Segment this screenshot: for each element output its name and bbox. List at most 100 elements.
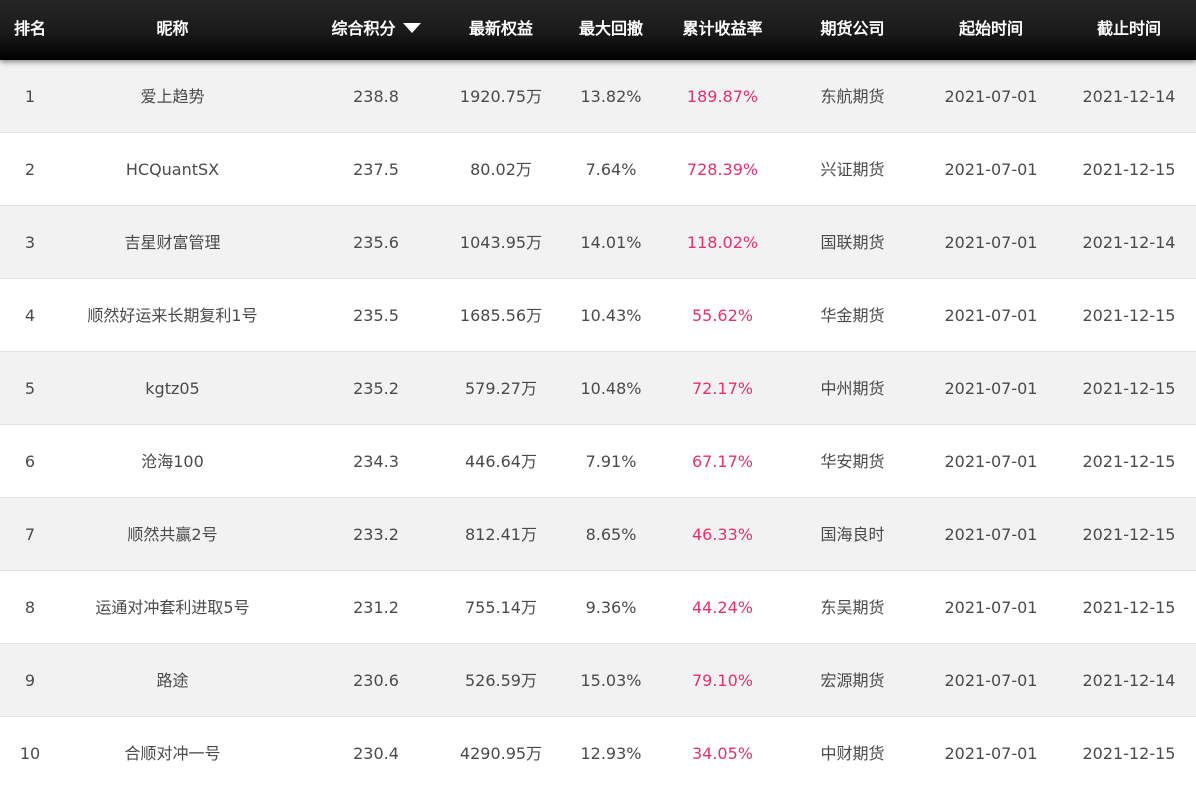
cell-rank: 5 xyxy=(24,379,36,398)
cell-company: 国海良时 xyxy=(820,525,885,544)
cell-nickname[interactable]: 顺然共赢2号 xyxy=(60,498,285,571)
column-header-equity[interactable]: 最新权益 xyxy=(440,0,562,60)
cell-return-rate: 55.62% xyxy=(691,306,753,325)
cell-nickname[interactable]: 顺然好运来长期复利1号 xyxy=(60,279,285,352)
cell-rank: 3 xyxy=(24,233,36,252)
cell-score: 230.6 xyxy=(353,671,399,690)
cell-end-time: 2021-12-15 xyxy=(1082,379,1176,398)
column-header-nickname[interactable]: 昵称 xyxy=(60,0,285,60)
table-row[interactable]: 10 合顺对冲一号 230.4 4290.95万 12.93% 34.05% 中财期货 202… xyxy=(0,717,1196,790)
cell-company: 东吴期货 xyxy=(820,598,885,617)
cell-drawdown: 10.43% xyxy=(580,306,642,325)
cell-nickname[interactable]: HCQuantSX xyxy=(60,133,285,206)
cell-company: 宏源期货 xyxy=(820,671,885,690)
cell-score: 231.2 xyxy=(353,598,399,617)
cell-start-time: 2021-07-01 xyxy=(944,744,1038,763)
cell-return-rate: 118.02% xyxy=(686,233,759,252)
cell-nickname[interactable]: kgtz05 xyxy=(60,352,285,425)
cell-end-time: 2021-12-14 xyxy=(1082,87,1176,106)
cell-start-time: 2021-07-01 xyxy=(944,233,1038,252)
cell-company: 东航期货 xyxy=(820,87,885,106)
cell-return-rate: 34.05% xyxy=(691,744,753,763)
column-header-return-rate[interactable]: 累计收益率 xyxy=(660,0,785,60)
cell-equity: 4290.95万 xyxy=(459,744,543,763)
column-header-rank[interactable]: 排名 xyxy=(0,0,60,60)
cell-return-rate: 728.39% xyxy=(686,160,759,179)
cell-equity: 812.41万 xyxy=(465,525,537,544)
cell-nickname[interactable]: 合顺对冲一号 xyxy=(60,717,285,790)
cell-equity: 579.27万 xyxy=(465,379,537,398)
cell-score: 230.4 xyxy=(353,744,399,763)
table-row[interactable]: 1 爱上趋势 238.8 1920.75万 13.82% 189.87% 东航期货 2021-… xyxy=(0,60,1196,133)
cell-nickname[interactable]: 沧海100 xyxy=(60,425,285,498)
cell-rank: 4 xyxy=(24,306,36,325)
column-header-score-label: 综合积分 xyxy=(331,19,396,38)
cell-drawdown: 9.36% xyxy=(585,598,637,617)
cell-equity: 1920.75万 xyxy=(459,87,543,106)
cell-nickname[interactable]: 爱上趋势 xyxy=(60,60,285,133)
table-row[interactable]: 2 HCQuantSX 237.5 80.02万 7.64% 728.39% 兴证期货 202… xyxy=(0,133,1196,206)
cell-rank: 1 xyxy=(24,87,36,106)
cell-start-time: 2021-07-01 xyxy=(944,452,1038,471)
cell-drawdown: 10.48% xyxy=(580,379,642,398)
table-row[interactable]: 8 运通对冲套利进取5号 231.2 755.14万 9.36% 44.24% 东吴期货 20… xyxy=(0,571,1196,644)
cell-score: 235.6 xyxy=(353,233,399,252)
cell-rank: 6 xyxy=(24,452,36,471)
cell-company: 中财期货 xyxy=(820,744,885,763)
cell-return-rate: 46.33% xyxy=(691,525,753,544)
cell-company: 中州期货 xyxy=(820,379,885,398)
cell-end-time: 2021-12-14 xyxy=(1082,233,1176,252)
table-row[interactable]: 4 顺然好运来长期复利1号 235.5 1685.56万 10.43% 55.62% 华金期… xyxy=(0,279,1196,352)
cell-return-rate: 189.87% xyxy=(686,87,759,106)
table-row[interactable]: 7 顺然共赢2号 233.2 812.41万 8.65% 46.33% 国海良时 2021-0… xyxy=(0,498,1196,571)
cell-start-time: 2021-07-01 xyxy=(944,525,1038,544)
cell-rank: 2 xyxy=(24,160,36,179)
cell-nickname[interactable]: 路途 xyxy=(60,644,285,717)
cell-rank: 10 xyxy=(19,744,41,763)
cell-end-time: 2021-12-15 xyxy=(1082,160,1176,179)
cell-start-time: 2021-07-01 xyxy=(944,87,1038,106)
cell-end-time: 2021-12-15 xyxy=(1082,452,1176,471)
table-row[interactable]: 3 吉星财富管理 235.6 1043.95万 14.01% 118.02% 国联期货 202… xyxy=(0,206,1196,279)
cell-nickname[interactable]: 吉星财富管理 xyxy=(60,206,285,279)
cell-end-time: 2021-12-15 xyxy=(1082,598,1176,617)
cell-drawdown: 12.93% xyxy=(580,744,642,763)
cell-score: 238.8 xyxy=(353,87,399,106)
cell-end-time: 2021-12-14 xyxy=(1082,671,1176,690)
sort-desc-triangle-icon[interactable] xyxy=(402,23,421,33)
column-header-start-time[interactable]: 起始时间 xyxy=(922,0,1060,60)
table-row[interactable]: 5 kgtz05 235.2 579.27万 10.48% 72.17% 中州期货 2021-… xyxy=(0,352,1196,425)
cell-equity: 755.14万 xyxy=(465,598,537,617)
table-header: 排名 昵称 综合积分 最新权益 最大回撤 累计收益率 期货公司 起始时间 截止时… xyxy=(0,0,1196,60)
column-header-company[interactable]: 期货公司 xyxy=(795,0,910,60)
ranking-table: 排名 昵称 综合积分 最新权益 最大回撤 累计收益率 期货公司 起始时间 截止时… xyxy=(0,0,1196,790)
cell-end-time: 2021-12-15 xyxy=(1082,525,1176,544)
cell-company: 国联期货 xyxy=(820,233,885,252)
cell-drawdown: 14.01% xyxy=(580,233,642,252)
cell-drawdown: 8.65% xyxy=(585,525,637,544)
cell-start-time: 2021-07-01 xyxy=(944,379,1038,398)
cell-equity: 80.02万 xyxy=(470,160,532,179)
cell-score: 235.5 xyxy=(353,306,399,325)
cell-score: 233.2 xyxy=(353,525,399,544)
cell-score: 234.3 xyxy=(353,452,399,471)
cell-equity: 526.59万 xyxy=(465,671,537,690)
cell-company: 华金期货 xyxy=(820,306,885,325)
column-header-score[interactable]: 综合积分 xyxy=(315,0,437,60)
cell-start-time: 2021-07-01 xyxy=(944,160,1038,179)
cell-start-time: 2021-07-01 xyxy=(944,306,1038,325)
cell-return-rate: 44.24% xyxy=(691,598,753,617)
cell-start-time: 2021-07-01 xyxy=(944,671,1038,690)
cell-end-time: 2021-12-15 xyxy=(1082,744,1176,763)
table-row[interactable]: 9 路途 230.6 526.59万 15.03% 79.10% 宏源期货 2021-07-0… xyxy=(0,644,1196,717)
cell-equity: 1043.95万 xyxy=(459,233,543,252)
cell-drawdown: 7.64% xyxy=(585,160,637,179)
column-header-drawdown[interactable]: 最大回撤 xyxy=(563,0,659,60)
cell-equity: 446.64万 xyxy=(465,452,537,471)
cell-nickname[interactable]: 运通对冲套利进取5号 xyxy=(60,571,285,644)
cell-end-time: 2021-12-15 xyxy=(1082,306,1176,325)
column-header-end-time[interactable]: 截止时间 xyxy=(1062,0,1196,60)
cell-return-rate: 79.10% xyxy=(691,671,753,690)
cell-company: 华安期货 xyxy=(820,452,885,471)
table-row[interactable]: 6 沧海100 234.3 446.64万 7.91% 67.17% 华安期货 2021-07… xyxy=(0,425,1196,498)
